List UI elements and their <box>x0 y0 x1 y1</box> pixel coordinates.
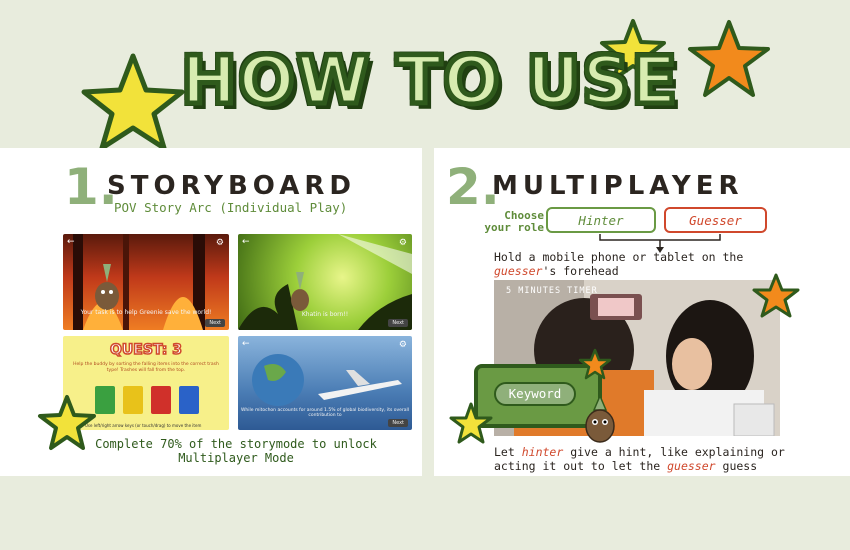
guesser-button[interactable]: Guesser <box>664 207 767 233</box>
star-icon <box>38 395 96 450</box>
next-button[interactable]: Next <box>205 319 225 327</box>
star-icon <box>449 402 493 444</box>
quest-note: Use left/right arrow keys (or touch/drag… <box>85 423 202 428</box>
keyword-pill: Keyword <box>494 382 576 406</box>
step-heading: MULTIPLAYER <box>492 171 744 201</box>
back-arrow-icon[interactable]: ← <box>242 237 250 247</box>
multiplayer-panel: 2. MULTIPLAYER Choose your role Hinter G… <box>434 148 850 476</box>
trash-bins <box>95 386 199 414</box>
star-icon <box>688 20 770 97</box>
step-heading: STORYBOARD <box>107 171 356 201</box>
shot-caption: Your task is to help Greenie save the wo… <box>80 309 212 316</box>
instruction-1: Hold a mobile phone or tablet on the gue… <box>494 250 744 278</box>
instruction-2: Let hinter give a hint, like explaining … <box>494 445 785 473</box>
quest-text: Help the buddy by sorting the falling it… <box>73 362 219 373</box>
next-button[interactable]: Next <box>388 319 408 327</box>
settings-icon[interactable]: ⚙ <box>399 340 407 350</box>
mascot-icon <box>585 394 615 443</box>
role-label: Choose your role <box>484 209 544 234</box>
timer-label: 5 MINUTES TIMER <box>506 286 598 296</box>
star-icon <box>578 348 612 380</box>
shot-caption: While mitochon accounts for around 1.5% … <box>240 408 410 418</box>
step-subtitle: POV Story Arc (Individual Play) <box>114 200 348 215</box>
storyboard-shot-4: ← ⚙ While mitochon accounts for around 1… <box>238 336 412 430</box>
storyboard-panel: 1. STORYBOARD POV Story Arc (Individual … <box>0 148 422 476</box>
settings-icon[interactable]: ⚙ <box>216 238 224 248</box>
next-button[interactable]: Next <box>388 419 408 427</box>
hinter-button[interactable]: Hinter <box>546 207 656 233</box>
shot-caption: Khatin is born!! <box>301 311 349 318</box>
back-arrow-icon[interactable]: ← <box>242 339 250 349</box>
page-title: HOW TO USE <box>179 42 679 119</box>
back-arrow-icon[interactable]: ← <box>67 237 75 247</box>
storyboard-footer: Complete 70% of the storymode to unlock … <box>95 437 377 466</box>
settings-icon[interactable]: ⚙ <box>399 238 407 248</box>
quest-banner: QUEST: 3 <box>109 341 182 359</box>
storyboard-shot-1: ← ⚙ Your task is to help Greenie save th… <box>63 234 229 330</box>
header: HOW TO USE <box>0 0 850 151</box>
star-icon <box>752 273 800 318</box>
storyboard-shot-2: ← ⚙ Khatin is born!! Next <box>238 234 412 330</box>
